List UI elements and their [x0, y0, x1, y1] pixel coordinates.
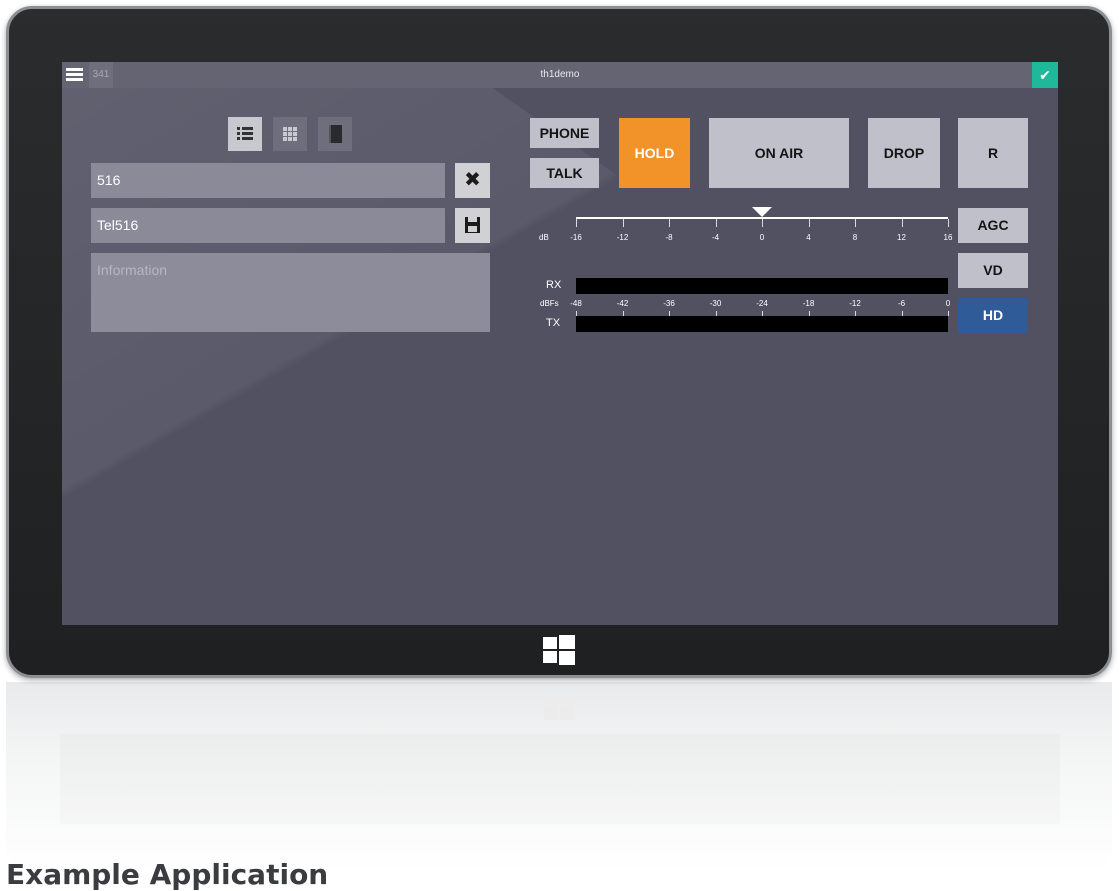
gain-tick	[855, 219, 856, 227]
meter-tick-label: -18	[802, 299, 815, 308]
gain-tick-label: 16	[943, 233, 953, 242]
agc-button[interactable]: AGC	[958, 208, 1028, 243]
gain-tick-label: -8	[665, 233, 673, 242]
gain-tick	[669, 219, 670, 227]
meter-tick-label: 0	[945, 299, 951, 308]
gain-tick	[948, 219, 949, 227]
meter-tick-label: -6	[897, 299, 906, 308]
clear-button[interactable]: ✖	[455, 163, 490, 198]
floppy-disk-icon	[465, 217, 480, 233]
top-bar: th1demo 341 ✔	[62, 62, 1058, 88]
list-icon	[237, 127, 253, 140]
meter-tick-label: -24	[756, 299, 768, 308]
on-air-button[interactable]: ON AIR	[709, 118, 849, 188]
gain-tick-label: 12	[897, 233, 906, 242]
grid-icon	[283, 127, 297, 141]
vd-button[interactable]: VD	[958, 253, 1028, 288]
gain-tick	[901, 219, 903, 227]
app-screen: th1demo 341 ✔ 516 ✖ Tel516 Information P…	[62, 62, 1058, 625]
phone-button[interactable]: PHONE	[530, 118, 599, 148]
gain-tick-label: 4	[806, 233, 811, 242]
gain-tick-label: -4	[711, 233, 720, 242]
rx-label: RX	[546, 279, 562, 291]
caller-name-field[interactable]: Tel516	[91, 208, 445, 243]
meter-tick-label: -42	[616, 299, 629, 308]
windows-logo-reflection	[544, 692, 574, 720]
book-icon	[329, 125, 342, 143]
gain-slider-thumb[interactable]	[752, 207, 772, 217]
meter-tick-label: -30	[709, 299, 722, 308]
meter-tick-label: -36	[663, 299, 675, 308]
grid-view-button[interactable]	[273, 117, 307, 151]
caller-number-field[interactable]: 516	[91, 163, 445, 198]
meter-tick-label: -48	[570, 299, 582, 308]
r-button[interactable]: R	[958, 118, 1028, 188]
list-view-button[interactable]	[228, 117, 262, 151]
save-button[interactable]	[455, 208, 490, 243]
gain-tick	[622, 219, 624, 227]
line-id: 341	[89, 62, 113, 88]
information-field[interactable]: Information	[91, 253, 490, 332]
meter-unit-label: dBFs	[540, 299, 559, 308]
meter-tick	[948, 311, 949, 316]
gain-tick	[808, 219, 810, 227]
tx-meter	[576, 316, 948, 332]
gain-tick-label: 8	[852, 233, 858, 242]
hold-button[interactable]: HOLD	[619, 118, 690, 188]
book-view-button[interactable]	[318, 117, 352, 151]
gain-tick	[762, 219, 763, 227]
hd-button[interactable]: HD	[958, 298, 1028, 333]
meter-tick-label: -12	[849, 299, 861, 308]
tx-label: TX	[546, 317, 561, 329]
gain-tick-label: -16	[570, 233, 582, 242]
page-caption: Example Application	[6, 858, 329, 891]
reflection-screen	[60, 734, 1060, 824]
gain-tick-label: 0	[759, 233, 765, 242]
app-title: th1demo	[540, 69, 580, 80]
windows-logo-icon[interactable]	[543, 635, 575, 665]
gain-unit-label: dB	[539, 233, 549, 242]
gain-tick	[576, 219, 577, 227]
rx-meter	[576, 278, 948, 294]
close-icon: ✖	[464, 169, 481, 191]
gain-tick	[715, 219, 717, 227]
check-icon[interactable]: ✔	[1032, 62, 1058, 88]
tablet-reflection	[6, 682, 1112, 872]
talk-button[interactable]: TALK	[530, 158, 599, 188]
drop-button[interactable]: DROP	[868, 118, 940, 188]
gain-tick-label: -12	[616, 233, 629, 242]
